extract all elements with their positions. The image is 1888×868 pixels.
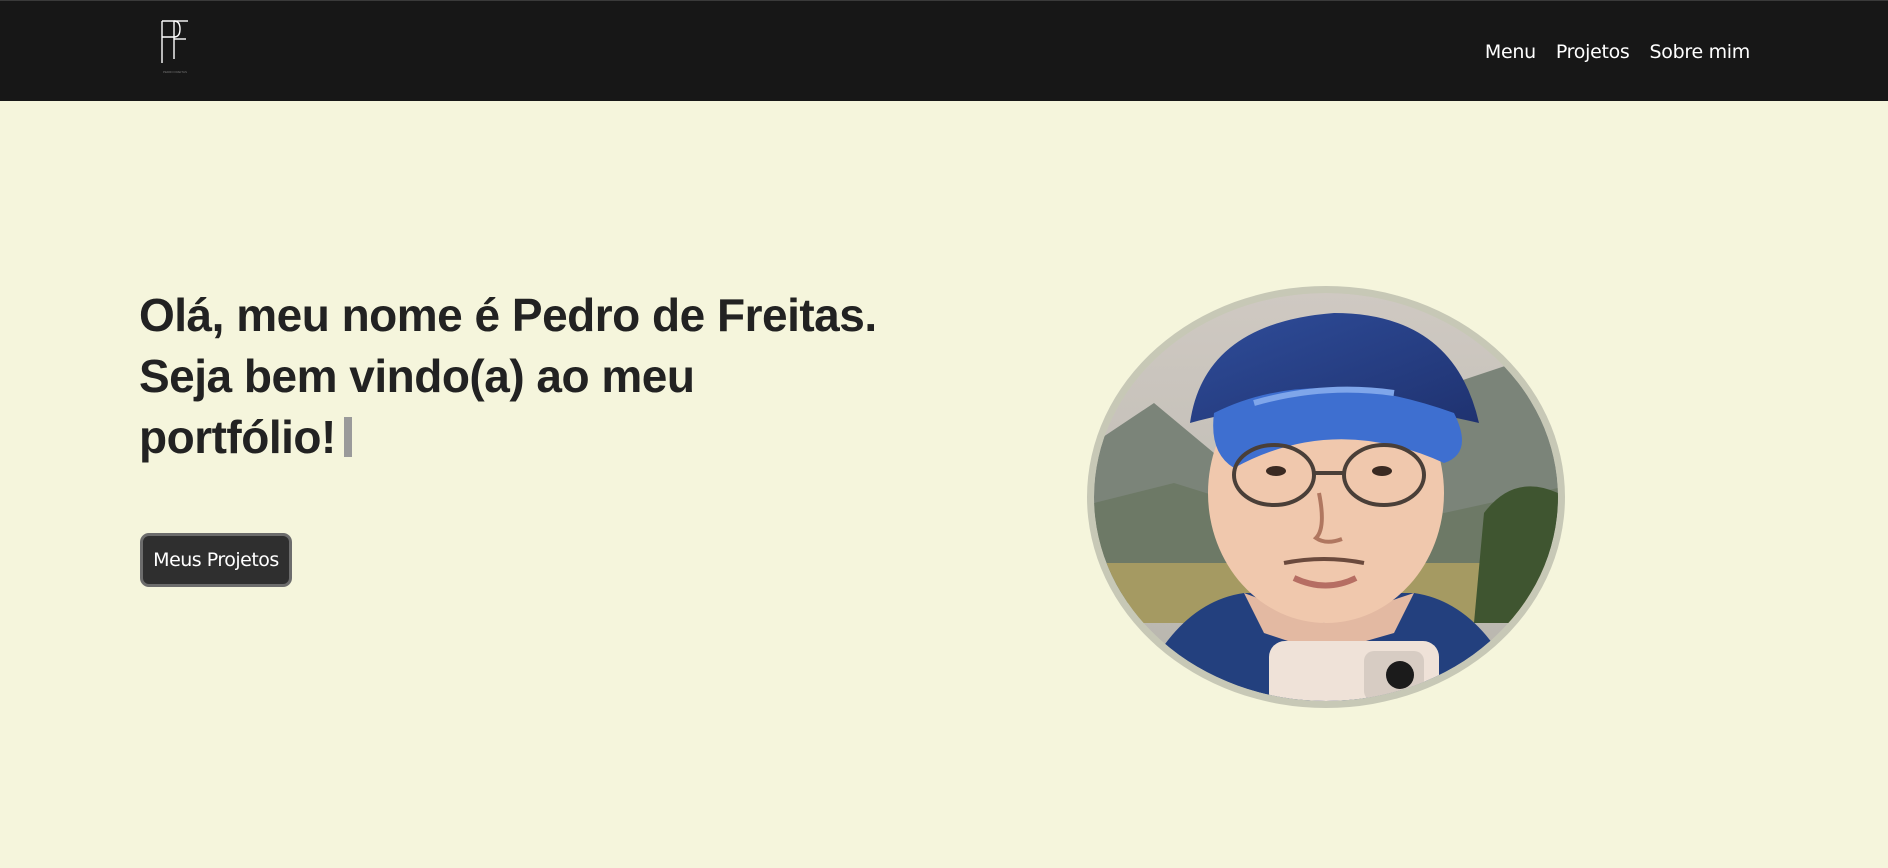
typing-caret (343, 417, 352, 457)
meus-projetos-button[interactable]: Meus Projetos (140, 533, 292, 587)
nav-link-projetos[interactable]: Projetos (1556, 41, 1630, 63)
hero-heading: Olá, meu nome é Pedro de Freitas. Seja b… (139, 285, 959, 468)
avatar-frame (1087, 286, 1565, 708)
nav-link-menu[interactable]: Menu (1485, 41, 1536, 63)
nav-link-sobre-mim[interactable]: Sobre mim (1650, 41, 1751, 63)
main-nav: Menu Projetos Sobre mim (1485, 1, 1750, 102)
hero-heading-line1: Olá, meu nome é Pedro de Freitas. (139, 289, 877, 341)
avatar (1094, 293, 1558, 701)
logo-subtext: PEDRO FREITAS (163, 70, 187, 74)
hero-heading-line2: Seja bem vindo(a) ao meu (139, 350, 695, 402)
pf-logo-icon[interactable]: PEDRO FREITAS (150, 15, 200, 75)
top-navbar: PEDRO FREITAS Menu Projetos Sobre mim (0, 0, 1888, 101)
hero-heading-line3: portfólio! (139, 411, 336, 463)
